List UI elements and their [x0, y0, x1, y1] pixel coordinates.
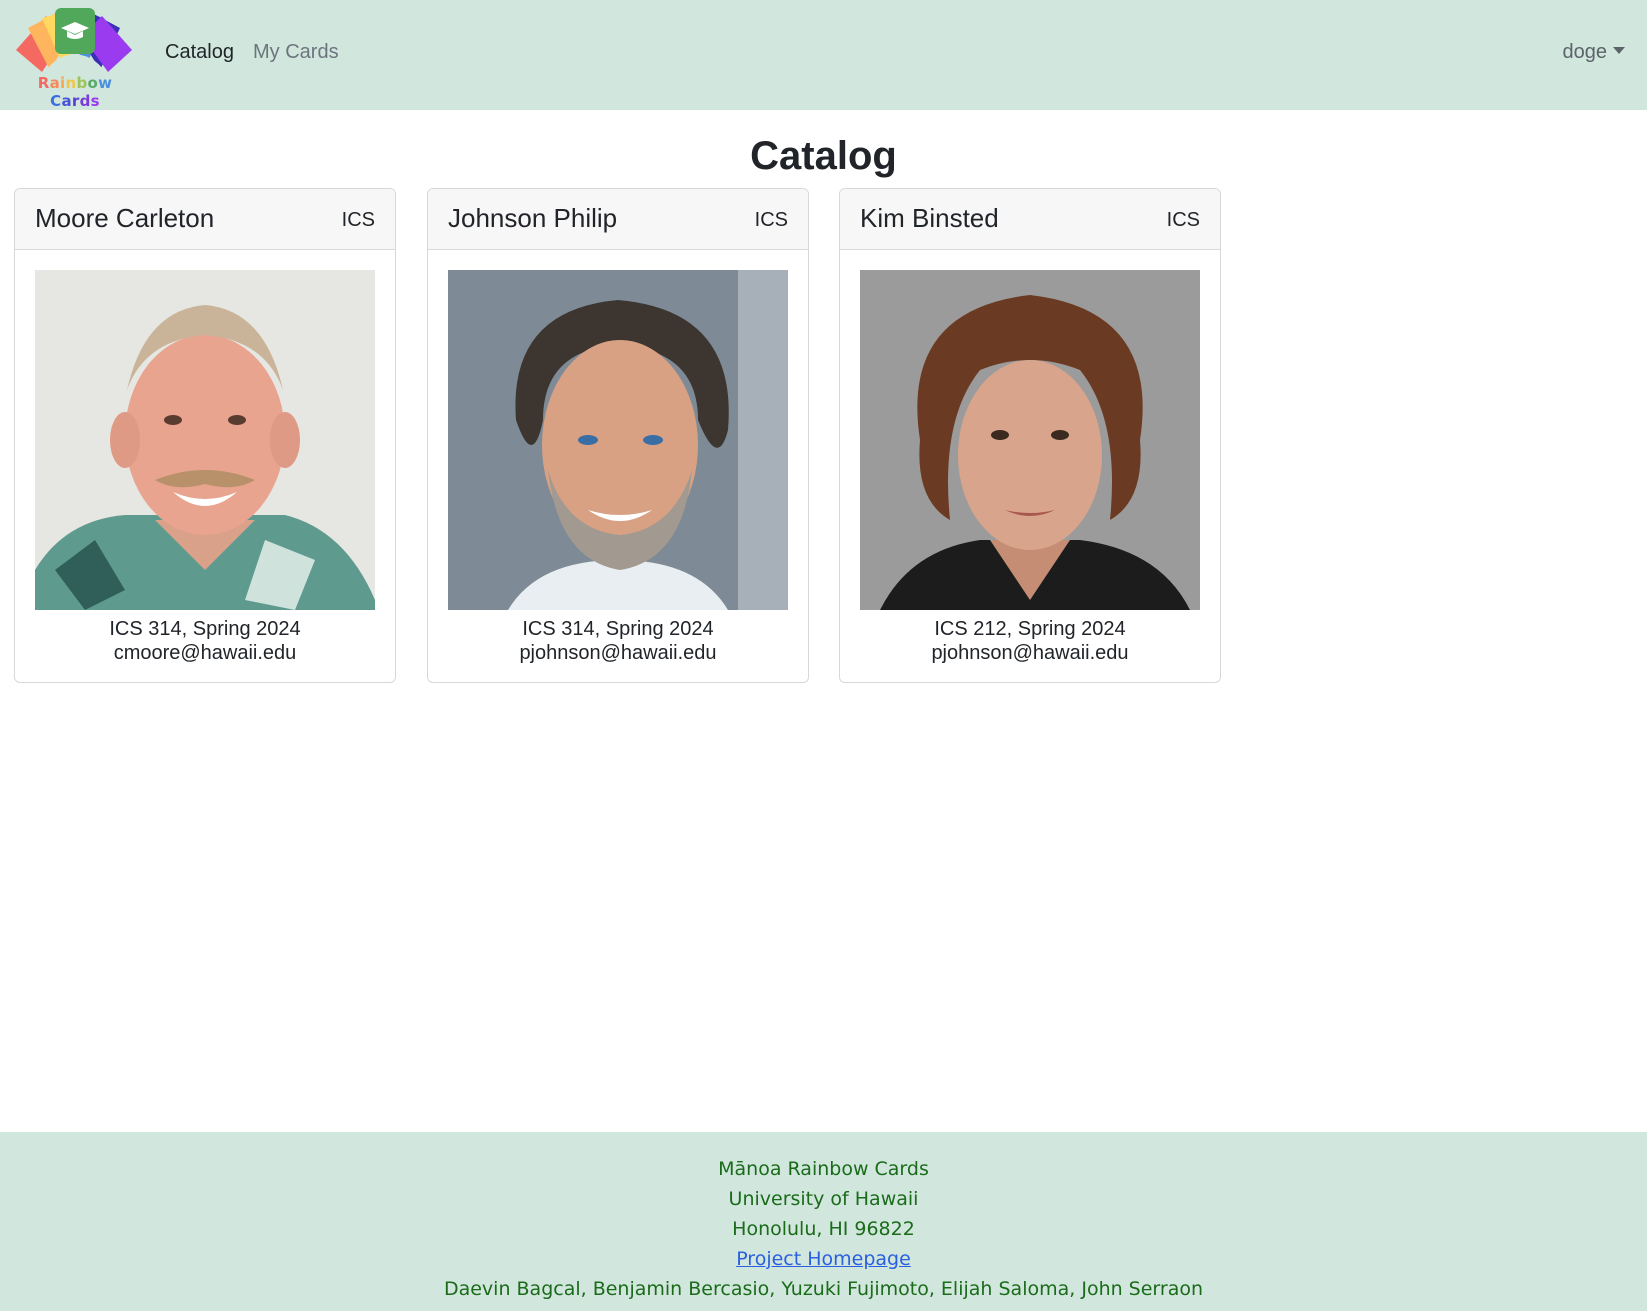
footer-university: University of Hawaii: [728, 1188, 919, 1210]
card-email: cmoore@hawaii.edu: [113, 642, 297, 664]
professor-photo: [448, 270, 788, 610]
professor-photo: [860, 270, 1200, 610]
card-name: Johnson Philip: [448, 203, 618, 233]
footer-title: Mānoa Rainbow Cards: [718, 1158, 929, 1180]
card-header: Kim Binsted ICS: [840, 189, 1220, 250]
footer: Mānoa Rainbow Cards University of Hawaii…: [0, 1132, 1647, 1311]
card-department: ICS: [341, 209, 375, 231]
card-department: ICS: [1166, 209, 1200, 231]
card-email: pjohnson@hawaii.edu: [931, 642, 1129, 664]
rainbow-cards-logo[interactable]: Rainbow Cards: [12, 6, 138, 110]
professor-photo: [35, 270, 375, 610]
card-department: ICS: [754, 209, 788, 231]
card-header: Moore Carleton ICS: [15, 189, 395, 250]
card-header: Johnson Philip ICS: [428, 189, 808, 250]
card-course: ICS 314, Spring 2024: [109, 618, 301, 640]
caret-down-icon: [1613, 47, 1625, 54]
nav-link-catalog[interactable]: Catalog: [165, 38, 234, 66]
project-homepage-link[interactable]: Project Homepage: [736, 1248, 911, 1270]
page-title: Catalog: [750, 134, 897, 178]
card-name: Moore Carleton: [35, 203, 215, 233]
footer-authors: Daevin Bagcal, Benjamin Bercasio, Yuzuki…: [443, 1278, 1204, 1300]
nav-link-my-cards[interactable]: My Cards: [253, 38, 339, 66]
professor-card: Kim Binsted ICS ICS 212, Spring 2024 pjo…: [839, 188, 1221, 683]
professor-card: Johnson Philip ICS ICS 314, Spring 2024 …: [427, 188, 809, 683]
footer-address: Honolulu, HI 96822: [732, 1218, 915, 1240]
card-course: ICS 314, Spring 2024: [522, 618, 714, 640]
card-email: pjohnson@hawaii.edu: [519, 642, 717, 664]
professor-card: Moore Carleton ICS ICS 314, Spring 2024 …: [14, 188, 396, 683]
rainbow-fan-icon: [16, 8, 132, 78]
user-dropdown-label: doge: [1562, 41, 1608, 63]
navbar: Rainbow Cards Catalog My Cards doge: [0, 0, 1647, 110]
card-course: ICS 212, Spring 2024: [934, 618, 1126, 640]
logo-text: Rainbow Cards: [37, 74, 113, 110]
user-dropdown[interactable]: doge: [1562, 38, 1625, 66]
card-name: Kim Binsted: [860, 203, 999, 233]
